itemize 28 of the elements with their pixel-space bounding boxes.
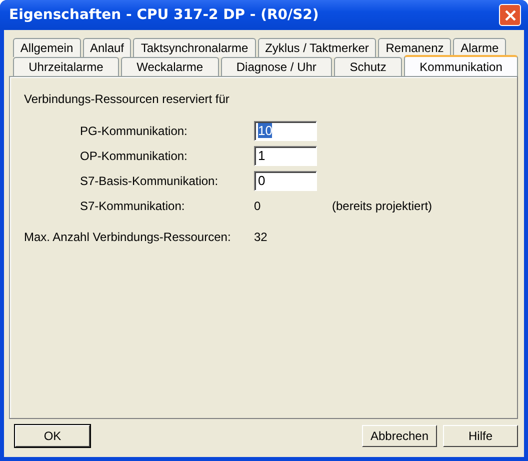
tab[interactable]: Weckalarme: [120, 57, 219, 76]
tab[interactable]: Kommunikation: [404, 55, 518, 76]
field-label: OP-Kommunikation:: [80, 148, 188, 162]
tab[interactable]: Uhrzeitalarme: [13, 57, 119, 76]
dialog-button[interactable]: Hilfe: [443, 425, 518, 447]
tab[interactable]: Schutz: [334, 57, 402, 76]
tab[interactable]: Remanenz: [378, 38, 452, 57]
value-text: 0: [254, 198, 262, 212]
max-label: Max. Anzahl Verbindungs-Ressourcen:: [24, 230, 232, 244]
field-label: PG-Kommunikation:: [80, 124, 188, 138]
window-title: Eigenschaften - CPU 317-2 DP - (R0/S2): [9, 7, 319, 23]
max-value: 32: [254, 230, 268, 244]
input-field[interactable]: 1: [254, 146, 317, 166]
tab[interactable]: Taktsynchronalarme: [133, 38, 256, 57]
dialog-button[interactable]: Abbrechen: [362, 425, 437, 447]
tab[interactable]: Allgemein: [13, 38, 81, 57]
tab[interactable]: Diagnose / Uhr: [220, 57, 332, 76]
tab[interactable]: Zyklus / Taktmerker: [258, 38, 376, 57]
note-text: (bereits projektiert): [332, 198, 432, 212]
tab[interactable]: Anlauf: [82, 38, 132, 57]
dialog-button[interactable]: OK: [15, 425, 90, 447]
input-field[interactable]: 0: [254, 170, 317, 190]
input-field[interactable]: 10: [254, 120, 317, 140]
close-icon: [504, 8, 516, 22]
field-label: S7-Kommunikation:: [80, 198, 186, 212]
field-label: S7-Basis-Kommunikation:: [80, 174, 220, 188]
close-button[interactable]: [499, 4, 521, 26]
group-label: Verbindungs-Ressourcen reserviert für: [24, 92, 230, 106]
